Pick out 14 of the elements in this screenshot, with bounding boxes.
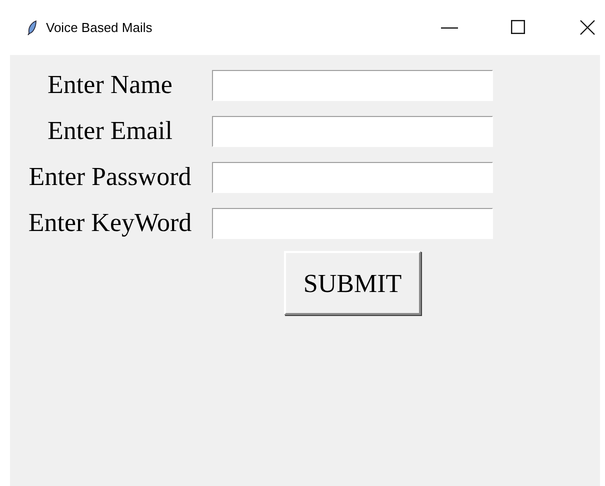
maximize-icon[interactable] <box>511 20 525 34</box>
input-field[interactable] <box>212 70 493 100</box>
input-field[interactable] <box>212 162 493 192</box>
close-icon[interactable] <box>580 20 595 35</box>
field-label: Enter KeyWord <box>28 210 192 236</box>
field-label: Enter Email <box>48 118 172 144</box>
window-title: Voice Based Mails <box>46 18 152 37</box>
feather-icon <box>27 20 37 36</box>
submit-button[interactable]: SUBMIT <box>284 251 421 315</box>
field-label: Enter Name <box>48 72 172 98</box>
field-label: Enter Password <box>28 164 192 190</box>
input-field[interactable] <box>212 116 493 146</box>
minimize-icon[interactable] <box>441 27 458 29</box>
input-field[interactable] <box>212 208 493 238</box>
